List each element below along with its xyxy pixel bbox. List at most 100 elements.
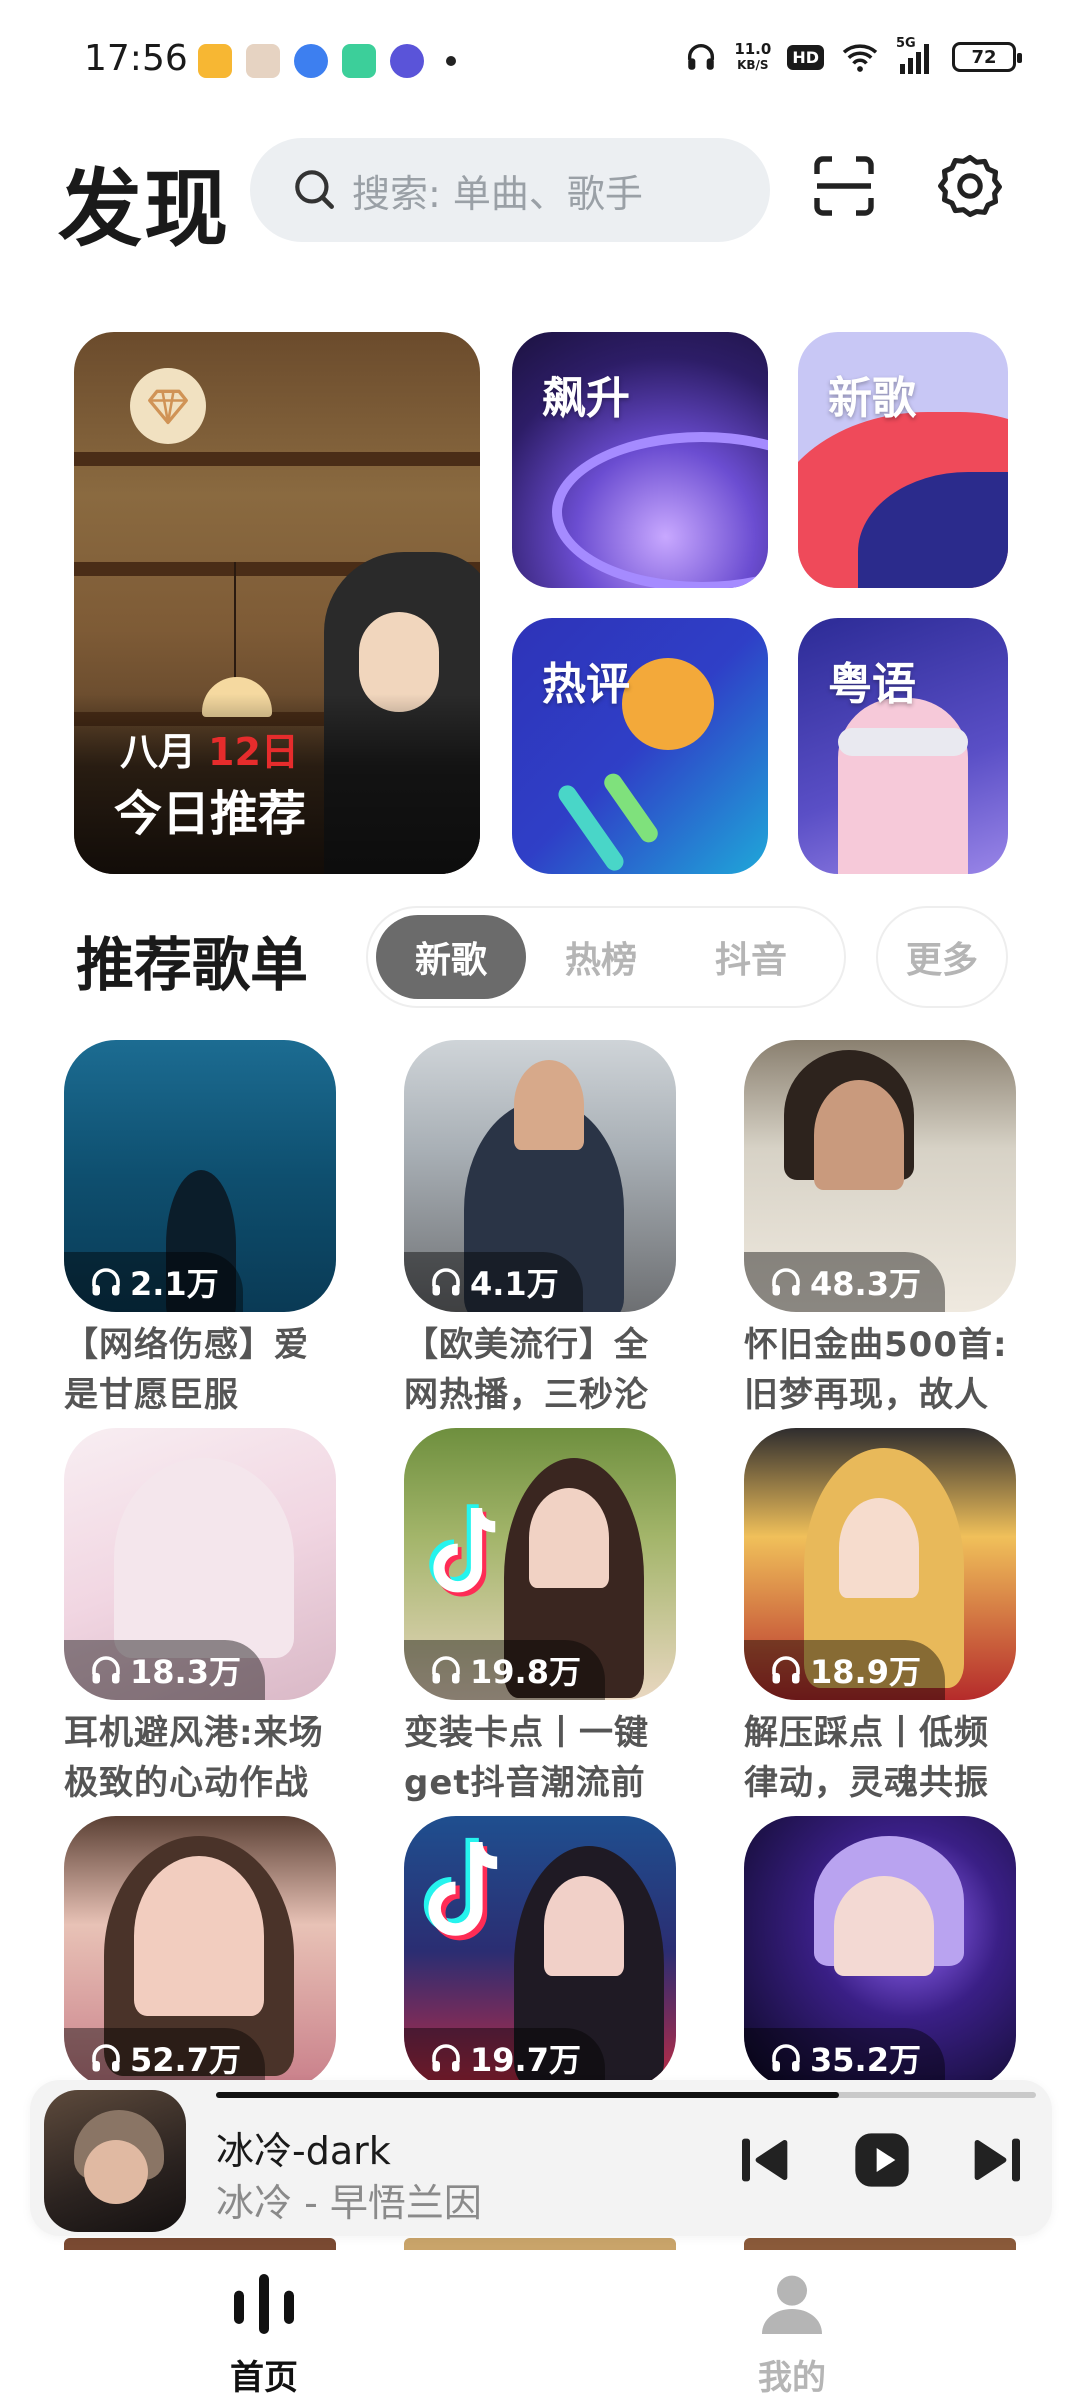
headphones-icon bbox=[432, 2044, 460, 2072]
soaring-label: 飙升 bbox=[542, 373, 630, 424]
lamp-decoration bbox=[234, 562, 236, 682]
status-right: 11.0 KB/S HD 5G 72 bbox=[684, 36, 1022, 74]
cover-face bbox=[839, 1498, 919, 1598]
notification-icons bbox=[198, 44, 456, 78]
tab-douyin[interactable]: 抖音 bbox=[676, 915, 826, 999]
playlist-cover: 35.2万 bbox=[744, 1816, 1016, 2088]
play-count: 18.9万 bbox=[744, 1640, 945, 1700]
nav-profile-label: 我的 bbox=[758, 2358, 826, 2398]
playlist-cover: 19.8万 bbox=[404, 1428, 676, 1700]
playlist-cover: 2.1万 bbox=[64, 1040, 336, 1312]
sticker-icon bbox=[390, 44, 424, 78]
play-count: 35.2万 bbox=[744, 2028, 945, 2088]
cover-figure bbox=[114, 1458, 294, 1658]
song-artist: 冰冷 - 早悟兰因 bbox=[216, 2181, 482, 2225]
weibo-icon bbox=[198, 44, 232, 78]
diamond-icon bbox=[130, 368, 206, 444]
playlist-card[interactable]: 19.7万 bbox=[404, 1816, 676, 2088]
album-art bbox=[44, 2090, 186, 2232]
header: 发现 搜索: 单曲、歌手 bbox=[0, 130, 1080, 258]
daily-recommend-card[interactable]: 八月 12日 今日推荐 bbox=[74, 332, 480, 874]
play-icon[interactable] bbox=[850, 2128, 914, 2192]
playlist-card[interactable]: 2.1万 【网络伤感】爱是甘愿臣服 bbox=[64, 1040, 336, 1420]
sound-bars-icon bbox=[234, 2274, 294, 2334]
playlist-card[interactable]: 19.8万 变装卡点丨一键get抖音潮流前线 bbox=[404, 1428, 676, 1808]
playlist-card[interactable]: 48.3万 怀旧金曲500首:旧梦再现，故人 bbox=[744, 1040, 1016, 1420]
play-count: 52.7万 bbox=[64, 2028, 265, 2088]
playlist-cover: 19.7万 bbox=[404, 1816, 676, 2088]
headphones-icon bbox=[772, 2044, 800, 2072]
playlist-card[interactable]: 18.9万 解压踩点丨低频律动，灵魂共振 bbox=[744, 1428, 1016, 1808]
status-time: 17:56 bbox=[84, 38, 188, 79]
more-notifications-icon bbox=[446, 56, 456, 66]
hd-badge: HD bbox=[787, 44, 824, 70]
playlist-card[interactable]: 35.2万 bbox=[744, 1816, 1016, 2088]
soaring-chart-card[interactable]: 飙升 bbox=[512, 332, 768, 588]
browser-icon bbox=[294, 44, 328, 78]
playlist-title: 【欧美流行】全网热播，三秒沦 bbox=[404, 1325, 649, 1415]
page-title: 发现 bbox=[58, 160, 231, 258]
daily-month: 八月 bbox=[120, 730, 197, 774]
signal-icon: 5G bbox=[896, 36, 936, 74]
cantonese-card[interactable]: 粤语 bbox=[798, 618, 1008, 874]
nav-profile[interactable]: 我的 bbox=[692, 2264, 892, 2399]
song-title: 冰冷-dark bbox=[216, 2129, 391, 2173]
cover-face bbox=[544, 1876, 624, 1976]
headphones-icon bbox=[432, 1268, 460, 1296]
daily-date: 八月 12日 bbox=[120, 721, 299, 776]
stripe-decoration bbox=[600, 770, 662, 846]
playlist-title: 解压踩点丨低频律动，灵魂共振 bbox=[744, 1713, 989, 1803]
vinyl-disc-decoration bbox=[552, 432, 768, 588]
more-button[interactable]: 更多 bbox=[876, 906, 1008, 1008]
search-icon bbox=[295, 170, 334, 209]
status-bar: 17:56 11.0 KB/S HD 5G 72 bbox=[0, 0, 1080, 120]
wifi-icon bbox=[842, 44, 878, 72]
headphones-icon bbox=[772, 1268, 800, 1296]
playlist-title: 变装卡点丨一键get抖音潮流前线 bbox=[404, 1713, 649, 1803]
headphones-icon bbox=[772, 1656, 800, 1684]
playlist-card[interactable]: 4.1万 【欧美流行】全网热播，三秒沦 bbox=[404, 1040, 676, 1420]
playlist-cover: 18.3万 bbox=[64, 1428, 336, 1700]
hot-comments-card[interactable]: 热评 bbox=[512, 618, 768, 874]
playlist-cover: 52.7万 bbox=[64, 1816, 336, 2088]
playlist-title: 耳机避风港:来场极致的心动作战 bbox=[64, 1713, 324, 1803]
playlist-cover: 48.3万 bbox=[744, 1040, 1016, 1312]
cover-face bbox=[514, 1060, 584, 1150]
tab-hot[interactable]: 热榜 bbox=[526, 915, 676, 999]
tiktok-icon bbox=[423, 1837, 498, 1941]
play-count: 19.8万 bbox=[404, 1640, 605, 1700]
playlist-card[interactable]: 18.3万 耳机避风港:来场极致的心动作战 bbox=[64, 1428, 336, 1808]
shelf-decoration bbox=[74, 452, 480, 466]
headphones-icon bbox=[92, 1656, 120, 1684]
play-count: 19.7万 bbox=[404, 2028, 605, 2088]
user-icon bbox=[762, 2275, 822, 2334]
playlist-title: 【网络伤感】爱是甘愿臣服 bbox=[64, 1325, 309, 1415]
hot-comments-label: 热评 bbox=[542, 659, 630, 710]
visor-decoration bbox=[838, 728, 968, 756]
mini-player[interactable]: 冰冷-dark 冰冷 - 早悟兰因 bbox=[30, 2080, 1052, 2236]
scan-icon[interactable] bbox=[808, 150, 880, 222]
search-placeholder: 搜索: 单曲、歌手 bbox=[352, 171, 643, 216]
nav-home-label: 首页 bbox=[230, 2358, 298, 2398]
tab-new[interactable]: 新歌 bbox=[376, 915, 526, 999]
illustration-figure bbox=[838, 698, 968, 874]
download-icon bbox=[342, 44, 376, 78]
headphones-icon bbox=[688, 44, 715, 70]
settings-icon[interactable] bbox=[934, 150, 1006, 222]
next-icon[interactable] bbox=[964, 2128, 1028, 2192]
play-count: 2.1万 bbox=[64, 1252, 243, 1312]
new-songs-card[interactable]: 新歌 bbox=[798, 332, 1008, 588]
headphones-icon bbox=[92, 2044, 120, 2072]
play-count: 48.3万 bbox=[744, 1252, 945, 1312]
section-title: 推荐歌单 bbox=[76, 931, 309, 999]
cover-face bbox=[134, 1856, 264, 2016]
playback-progress[interactable] bbox=[216, 2092, 1036, 2098]
playlist-card[interactable]: 52.7万 bbox=[64, 1816, 336, 2088]
app-notification-icon bbox=[246, 44, 280, 78]
search-bar[interactable]: 搜索: 单曲、歌手 bbox=[250, 138, 770, 242]
play-count: 4.1万 bbox=[404, 1252, 583, 1312]
playlist-tabs: 新歌 热榜 抖音 bbox=[366, 906, 846, 1008]
nav-home[interactable]: 首页 bbox=[164, 2264, 364, 2399]
previous-icon[interactable] bbox=[734, 2128, 798, 2192]
headphones-icon bbox=[92, 1268, 120, 1296]
